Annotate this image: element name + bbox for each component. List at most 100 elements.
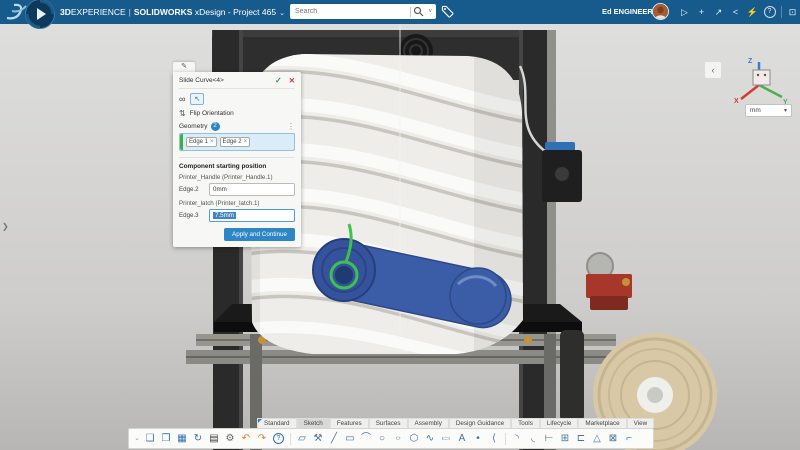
chip-remove-icon[interactable]: ×	[244, 139, 248, 145]
edge3-label: Edge.3	[179, 212, 205, 219]
action-bar-tabs: StandardSketchFeaturesSurfacesAssemblyDe…	[257, 418, 654, 428]
edge2-label: Edge.2	[179, 186, 205, 193]
search-scope-caret-icon[interactable]: ˅	[428, 9, 432, 15]
collaborate-icon[interactable]: <	[727, 0, 744, 24]
edge3-value-input[interactable]: 7.5mm	[209, 209, 295, 222]
global-search[interactable]: ˅	[290, 4, 436, 19]
search-icon[interactable]	[413, 6, 424, 17]
settings-gear-icon[interactable]: ⚙	[222, 431, 238, 446]
print3d-icon[interactable]: ▤	[206, 431, 222, 446]
action-bar-tab[interactable]: Surfaces	[369, 418, 408, 428]
toolbar-divider[interactable]	[505, 433, 506, 445]
flip-orientation-label: Flip Orientation	[190, 110, 234, 117]
action-bar-tab[interactable]: Features	[330, 418, 369, 428]
confirm-check-icon[interactable]: ✓	[275, 76, 282, 85]
action-bar-tab[interactable]: Marketplace	[578, 418, 626, 428]
spline-icon[interactable]: ∿	[422, 431, 438, 446]
selection-chip[interactable]: Edge 2 ×	[220, 137, 251, 147]
toolbar-divider[interactable]	[290, 433, 291, 445]
fillet-icon[interactable]: ◝	[509, 431, 525, 446]
topbar-icons: ▷+↗<⚡?⊡	[676, 0, 800, 24]
pattern-icon[interactable]: ⊞	[557, 431, 573, 446]
trim-icon[interactable]: ⟨	[486, 431, 502, 446]
relations-icon[interactable]: ⊢	[541, 431, 557, 446]
update-icon[interactable]: ↻	[190, 431, 206, 446]
text-icon[interactable]: A	[454, 431, 470, 446]
geometry-selection-box[interactable]: Edge 1 × Edge 2 ×	[179, 133, 295, 151]
panel-attach-icon[interactable]: ✎	[173, 62, 195, 72]
action-bar-tab[interactable]: Sketch	[297, 418, 330, 428]
project-curve-icon[interactable]: ⌐	[621, 431, 637, 446]
user-avatar[interactable]	[652, 3, 669, 20]
play-marker-icon[interactable]: ▷	[676, 0, 693, 24]
point-icon[interactable]: •	[470, 431, 486, 446]
collapse-right-panel-chevron-icon[interactable]: ‹	[705, 62, 721, 78]
share-icon[interactable]: ↗	[710, 0, 727, 24]
cancel-x-icon[interactable]: ✕	[289, 76, 295, 85]
dialog-title: Slide Curve<4>	[179, 77, 275, 84]
collapse-toolbar-chevron[interactable]: ⌄	[132, 431, 142, 446]
insert-component-icon[interactable]: ❏	[142, 431, 158, 446]
action-bar-tab[interactable]: Lifecycle	[540, 418, 579, 428]
polygon-icon[interactable]: ⬡	[406, 431, 422, 446]
edge2-value-input[interactable]: 0mm	[209, 183, 295, 196]
convert-entities-icon[interactable]: ⊠	[605, 431, 621, 446]
mirror-icon[interactable]: △	[589, 431, 605, 446]
3dexperience-compass-icon[interactable]	[24, 0, 56, 35]
action-bar-tab[interactable]: Assembly	[408, 418, 449, 428]
geometry-count-badge: 2	[211, 122, 220, 131]
quick-tools-icon[interactable]: ⚒	[310, 431, 326, 446]
line-icon[interactable]: ╱	[326, 431, 342, 446]
viewport-3d-scene[interactable]	[0, 24, 800, 450]
sketch-plane-icon[interactable]: ▱	[294, 431, 310, 446]
redo-icon[interactable]: ↷	[254, 431, 270, 446]
action-bar-tab[interactable]: View	[627, 418, 655, 428]
brand-3d: 3D	[60, 7, 71, 17]
units-dropdown[interactable]: mm ▾	[745, 104, 792, 117]
rectangle-icon[interactable]: ▭	[342, 431, 358, 446]
top-bar: 3DEXPERIENCE|SOLIDWORKS xDesign - Projec…	[0, 0, 800, 24]
action-bar-tab[interactable]: Design Guidance	[449, 418, 511, 428]
fullscreen-icon[interactable]: ⊡	[784, 0, 800, 24]
save-icon[interactable]: ▦	[174, 431, 190, 446]
selection-chip[interactable]: Edge 1 ×	[186, 137, 217, 147]
assistant-icon[interactable]: ⚡	[744, 0, 761, 24]
chip-remove-icon[interactable]: ×	[210, 139, 214, 145]
brand-solidworks: SOLIDWORKS	[134, 7, 193, 17]
circle-icon[interactable]: ○	[374, 431, 390, 446]
mate-type-icon[interactable]: ∞	[179, 94, 185, 104]
component-name-a: Printer_Handle (Printer_Handle.1)	[179, 174, 295, 181]
flip-orientation-icon: ⇅	[179, 109, 186, 118]
action-bar: StandardSketchFeaturesSurfacesAssemblyDe…	[128, 418, 654, 449]
undo-icon[interactable]: ↶	[238, 431, 254, 446]
stepper-motor[interactable]	[542, 142, 582, 202]
help-tool-icon[interactable]: ?	[273, 433, 284, 444]
arc-icon[interactable]: ⌒	[358, 431, 374, 446]
selection-cursor-icon[interactable]: ↖	[190, 93, 204, 105]
help-icon[interactable]: ?	[761, 0, 778, 24]
units-value: mm	[750, 107, 761, 114]
title-caret-icon[interactable]: ⌄	[279, 10, 285, 17]
6wtags-icon[interactable]	[441, 5, 454, 23]
expand-left-panel-chevron-icon[interactable]: ❯	[2, 222, 9, 231]
ellipse-icon[interactable]: ○	[390, 434, 406, 443]
geometry-label: Geometry	[179, 123, 208, 130]
derive-component-icon[interactable]: ❐	[158, 431, 174, 446]
offset-icon[interactable]: ⊏	[573, 431, 589, 446]
user-name[interactable]: Ed ENGINEER	[602, 0, 653, 24]
starting-position-section-title: Component starting position	[179, 157, 295, 170]
apply-and-continue-button[interactable]: Apply and Continue	[224, 228, 295, 241]
geometry-menu-icon[interactable]: ⋮	[287, 122, 295, 131]
axis-z-label: Z	[748, 58, 753, 65]
project-title[interactable]: xDesign - Project 465	[195, 7, 276, 17]
flip-orientation-button[interactable]: ⇅ Flip Orientation	[179, 109, 295, 118]
search-input[interactable]	[290, 8, 410, 15]
brand-experience: EXPERIENCE	[71, 7, 126, 17]
slot-icon[interactable]: ▭	[438, 434, 454, 443]
app-title[interactable]: 3DEXPERIENCE|SOLIDWORKS xDesign - Projec…	[60, 0, 285, 24]
action-bar-tab[interactable]: Standard	[257, 418, 297, 428]
add-content-icon[interactable]: +	[693, 0, 710, 24]
slide-curve-dialog: ✎ Slide Curve<4> ✓ ✕ ∞ ↖ ⇅ Flip Orientat…	[173, 62, 301, 247]
action-bar-tab[interactable]: Tools	[511, 418, 540, 428]
chamfer-icon[interactable]: ◟	[525, 431, 541, 446]
